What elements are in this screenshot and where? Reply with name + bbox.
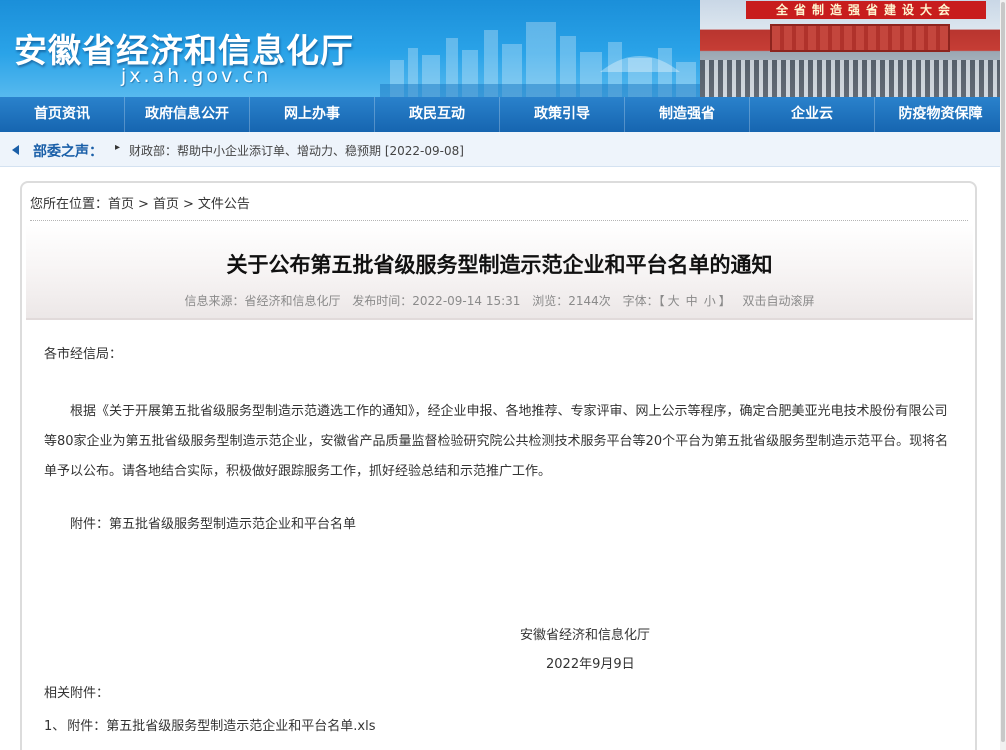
related-file-link[interactable]: 1、 附件：第五批省级服务型制造示范企业和平台名单.xls: [44, 715, 376, 734]
meeting-slogan: 全省制造强省建设大会: [746, 1, 986, 19]
meeting-banner-image: 全省制造强省建设大会: [700, 0, 1006, 97]
bullet-arrow-icon: ▸: [115, 142, 121, 153]
ticker-label: 部委之声：: [33, 144, 103, 160]
nav-item-online-services[interactable]: 网上办事: [250, 97, 375, 132]
main-nav: 首页资讯 政府信息公开 网上办事 政民互动 政策引导 制造强省 企业云 防疫物资…: [0, 97, 1006, 132]
title-band: 关于公布第五批省级服务型制造示范企业和平台名单的通知 信息来源：省经济和信息化厅…: [26, 225, 973, 320]
site-domain: jx.ah.gov.cn: [121, 65, 272, 87]
breadcrumb-prefix: 您所在位置：: [30, 197, 109, 212]
nav-item-home-news[interactable]: 首页资讯: [0, 97, 125, 132]
article-paragraph: 根据《关于开展第五批省级服务型制造示范遴选工作的通知》，经企业申报、各地推荐、专…: [44, 404, 949, 479]
breadcrumb-home-2[interactable]: 首页: [153, 197, 179, 212]
city-skyline-image: [380, 22, 700, 97]
font-medium-button[interactable]: 中: [686, 294, 698, 308]
nav-item-enterprise-cloud[interactable]: 企业云: [750, 97, 875, 132]
font-large-button[interactable]: 大: [668, 294, 680, 308]
arrow-left-icon: [12, 145, 19, 155]
article-title: 关于公布第五批省级服务型制造示范企业和平台名单的通知: [226, 253, 773, 277]
signature-org: 安徽省经济和信息化厅: [520, 628, 651, 643]
article-salutation: 各市经信局：: [44, 347, 123, 362]
font-size-label: 字体：: [622, 294, 659, 308]
divider: [30, 220, 968, 221]
page-scrollbar[interactable]: [1000, 0, 1006, 750]
nav-item-manufacturing[interactable]: 制造强省: [625, 97, 750, 132]
article-meta: 信息来源：省经济和信息化厅 发布时间：2022-09-14 15:31 浏览：2…: [26, 292, 973, 309]
related-file-index: 1、: [44, 719, 66, 734]
breadcrumb-separator: >: [182, 197, 194, 212]
signature-date: 2022年9月9日: [546, 657, 635, 672]
breadcrumb-separator: >: [138, 197, 149, 212]
related-file-name[interactable]: 附件：第五批省级服务型制造示范企业和平台名单.xls: [67, 719, 375, 734]
news-ticker: 部委之声： ▸ 财政部：帮助中小企业添订单、增动力、稳预期 [2022-09-0…: [0, 132, 1006, 167]
article-container: 您所在位置：首页 > 首页 > 文件公告 关于公布第五批省级服务型制造示范企业和平台名单…: [20, 181, 977, 750]
meta-font-size: 字体：【大中小】: [623, 294, 731, 308]
related-attachments-label: 相关附件：: [44, 686, 110, 701]
ticker-news-link[interactable]: 财政部：帮助中小企业添订单、增动力、稳预期 [2022-09-08]: [129, 142, 464, 159]
nav-item-gov-info[interactable]: 政府信息公开: [125, 97, 250, 132]
font-small-button[interactable]: 小: [704, 294, 716, 308]
meta-time: 发布时间：2022-09-14 15:31: [352, 294, 521, 308]
nav-item-policy[interactable]: 政策引导: [500, 97, 625, 132]
font-bracket-close: 】: [718, 294, 731, 308]
scrollbar-thumb[interactable]: [1001, 2, 1005, 742]
meta-views: 浏览：2144次: [532, 294, 611, 308]
font-bracket-open: 【: [658, 294, 665, 308]
site-header: 安徽省经济和信息化厅 jx.ah.gov.cn 全省制造强省建设大会: [0, 0, 1006, 97]
nav-item-interaction[interactable]: 政民互动: [375, 97, 500, 132]
breadcrumb: 您所在位置：首页 > 首页 > 文件公告: [30, 193, 250, 212]
attachment-note: 附件：第五批省级服务型制造示范企业和平台名单: [70, 517, 357, 532]
meta-autoscroll[interactable]: 双击自动滚屏: [743, 294, 815, 308]
nav-item-epidemic-supplies[interactable]: 防疫物资保障: [875, 97, 1006, 132]
breadcrumb-notices[interactable]: 文件公告: [198, 197, 250, 212]
breadcrumb-home-1[interactable]: 首页: [108, 197, 134, 212]
meta-source: 信息来源：省经济和信息化厅: [184, 294, 341, 308]
